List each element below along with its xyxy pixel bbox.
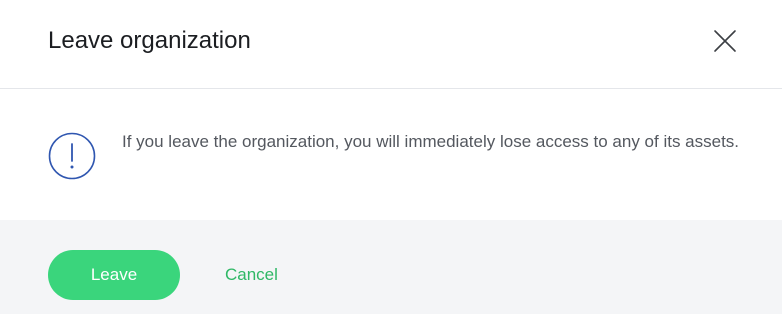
dialog-footer: Leave Cancel [0,220,782,314]
close-button[interactable] [710,26,740,56]
leave-organization-dialog: Leave organization If you leave the orga… [0,0,782,314]
dialog-header: Leave organization [0,0,782,89]
dialog-message: If you leave the organization, you will … [122,132,740,151]
exclamation-circle-icon [48,132,96,180]
dialog-title: Leave organization [48,27,251,54]
leave-button[interactable]: Leave [48,250,180,300]
dialog-body: If you leave the organization, you will … [0,89,782,220]
cancel-button[interactable]: Cancel [225,263,278,287]
close-icon [714,30,736,52]
